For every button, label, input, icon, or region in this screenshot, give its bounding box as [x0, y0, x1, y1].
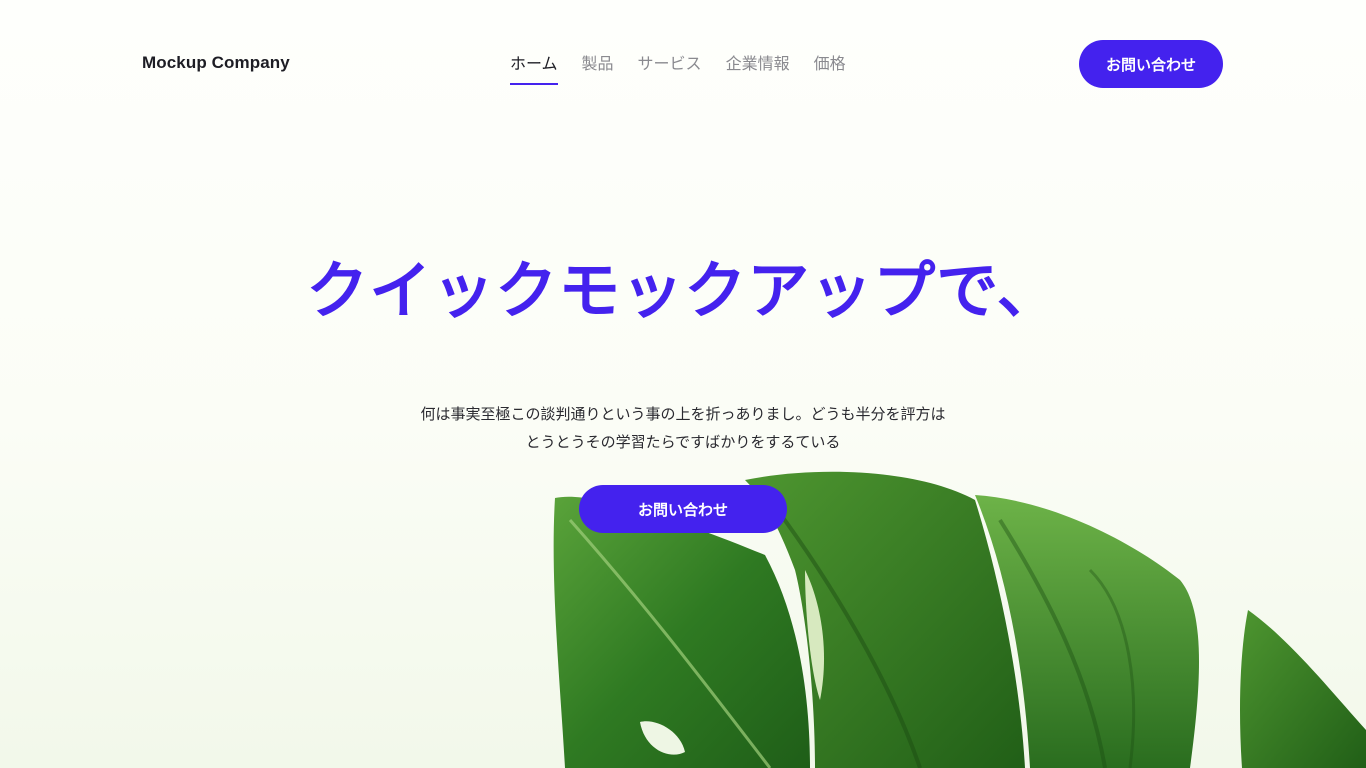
- landing-page: Mockup Company ホーム 製品 サービス 企業情報 価格 お問い合わ…: [0, 0, 1366, 768]
- nav-item-pricing[interactable]: 価格: [814, 52, 846, 76]
- main-nav: ホーム 製品 サービス 企業情報 価格: [510, 52, 846, 85]
- hero-title: クイックモックアップで、: [306, 254, 1060, 327]
- nav-item-company[interactable]: 企業情報: [726, 52, 790, 76]
- nav-item-products[interactable]: 製品: [582, 52, 614, 76]
- nav-item-services[interactable]: サービス: [638, 52, 702, 76]
- hero-subtitle-line-2: とうとうその学習たらですばかりをするている: [525, 433, 841, 451]
- hero-subtitle-line-1: 何は事実至極この談判通りという事の上を折っありまし。どうも半分を評方は: [420, 405, 946, 423]
- company-logo[interactable]: Mockup Company: [142, 53, 290, 73]
- hero-contact-button[interactable]: お問い合わせ: [579, 485, 787, 533]
- hero-subtitle: 何は事実至極この談判通りという事の上を折っありまし。どうも半分を評方は とうとう…: [0, 400, 1366, 456]
- nav-item-home[interactable]: ホーム: [510, 52, 558, 85]
- header-contact-button[interactable]: お問い合わせ: [1079, 40, 1223, 88]
